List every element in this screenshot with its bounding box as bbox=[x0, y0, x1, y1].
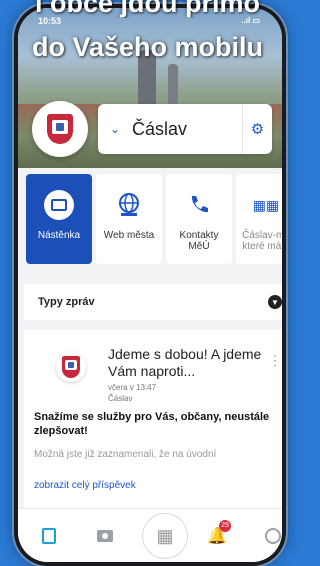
coat-of-arms-icon bbox=[47, 114, 73, 144]
post-meta: včera v 13:47 Čáslav bbox=[108, 382, 156, 404]
nav-profile-button[interactable] bbox=[262, 525, 282, 547]
apps-grid-icon: ▦ bbox=[156, 525, 174, 546]
chevron-down-icon[interactable]: ⌄ bbox=[110, 122, 124, 136]
post-author-avatar bbox=[56, 352, 86, 382]
newspaper-icon bbox=[42, 528, 56, 544]
post-title[interactable]: Jdeme s dobou! A jdeme Vám naproti... bbox=[108, 346, 268, 380]
tile-nastenka[interactable]: Nástěnka bbox=[26, 174, 92, 264]
filter-label: Typy zpráv bbox=[38, 296, 95, 308]
phone-icon bbox=[191, 196, 208, 213]
city-name: Čáslav bbox=[132, 118, 188, 139]
tile-label: Čáslav-me které mám bbox=[242, 230, 282, 252]
notification-badge: 29 bbox=[219, 520, 232, 532]
feed-post[interactable]: Jdeme s dobou! A jdeme Vám naproti... ⋮ … bbox=[24, 330, 282, 518]
grid-icon: ▦▦ bbox=[252, 196, 280, 213]
nav-notifications-button[interactable]: 🔔 29 bbox=[206, 520, 232, 547]
tile-label: Web města bbox=[103, 230, 155, 241]
coat-of-arms-icon bbox=[62, 356, 80, 378]
camera-icon bbox=[97, 530, 113, 542]
board-icon bbox=[44, 190, 74, 220]
quick-tiles: Nástěnka Web města Kontakty MěÚ ▦▦ Čásla… bbox=[26, 174, 282, 266]
nav-camera-button[interactable] bbox=[94, 525, 116, 547]
status-bar: 10:53 ..ıl ▭ bbox=[18, 16, 282, 30]
app-screen: 10:53 ..ıl ▭ ⌄ Čáslav ⚙ Nástěnka Web měs… bbox=[18, 8, 282, 562]
tile-label: Kontakty MěÚ bbox=[179, 230, 219, 252]
user-icon bbox=[265, 528, 281, 544]
chevron-down-icon[interactable]: ▼ bbox=[268, 295, 282, 309]
message-types-filter[interactable]: Typy zpráv ▼ bbox=[24, 284, 282, 320]
post-headline: Snažíme se služby pro Vás, občany, neust… bbox=[34, 411, 270, 437]
tile-caslav-mesto[interactable]: ▦▦ Čáslav-me které mám bbox=[236, 174, 282, 264]
post-excerpt: Možná jste již zaznamenali, že na úvodní bbox=[34, 449, 217, 460]
tile-web-mesta[interactable]: Web města bbox=[96, 174, 162, 264]
bottom-navigation: ▦ 🔔 29 bbox=[18, 508, 282, 562]
city-crest bbox=[32, 101, 88, 157]
post-date: včera v 13:47 bbox=[108, 383, 157, 392]
nav-apps-button[interactable]: ▦ bbox=[142, 513, 188, 559]
show-full-post-link[interactable]: zobrazit celý příspěvek bbox=[34, 480, 136, 491]
more-options-icon[interactable]: ⋮ bbox=[268, 352, 282, 369]
settings-gear-icon[interactable]: ⚙ bbox=[242, 104, 272, 154]
promo-headline-line2: do Vašeho mobilu bbox=[31, 32, 264, 62]
tile-label: Nástěnka bbox=[37, 230, 81, 241]
post-source: Čáslav bbox=[108, 394, 133, 403]
phone-frame: 10:53 ..ıl ▭ ⌄ Čáslav ⚙ Nástěnka Web měs… bbox=[14, 4, 286, 566]
city-selector[interactable]: ⌄ Čáslav ⚙ bbox=[98, 104, 272, 154]
promo-headline-line1: í obce jdou přímo bbox=[34, 0, 260, 18]
bell-icon: 🔔 29 bbox=[207, 520, 232, 546]
tile-kontakty[interactable]: Kontakty MěÚ bbox=[166, 174, 232, 264]
globe-icon bbox=[119, 193, 139, 216]
nav-news-button[interactable] bbox=[38, 525, 60, 547]
